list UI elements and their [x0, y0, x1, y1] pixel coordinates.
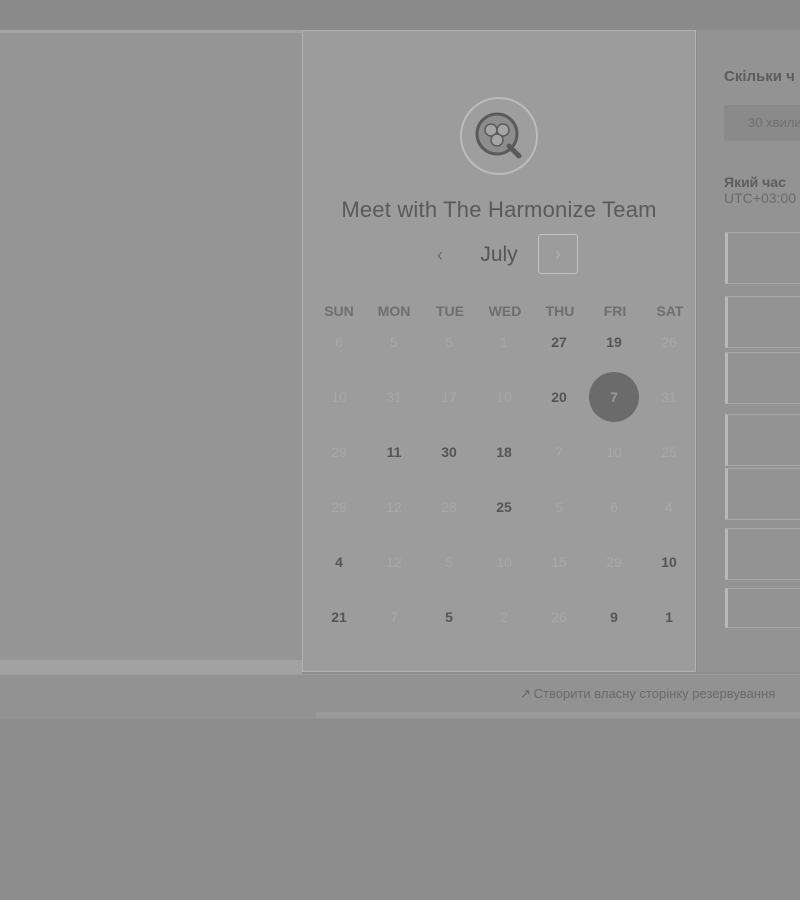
bottom-divider: [316, 712, 800, 718]
time-slot[interactable]: [725, 468, 800, 520]
calendar-day: 4: [665, 499, 673, 515]
calendar-grid: 6 5 5 1 27 19 26 10 31 17 10 20 7 31 29 11 30 18 7 10 25 29 12…: [303, 31, 695, 673]
calendar-day: 5: [390, 334, 398, 350]
time-slot[interactable]: [725, 232, 800, 284]
calendar-day: 26: [661, 334, 677, 350]
booking-details-panel: Скільки ч 30 хвили Який час UTC+03:00: [697, 30, 800, 672]
calendar-day: 6: [335, 334, 343, 350]
calendar-day[interactable]: 20: [534, 372, 584, 422]
create-booking-page-link[interactable]: ↗ Створити власну сторінку резервування: [520, 686, 800, 702]
calendar-day: 2: [500, 609, 508, 625]
calendar-day: 10: [606, 444, 622, 460]
calendar-day[interactable]: 18: [479, 427, 529, 477]
calendar-day: 31: [661, 389, 677, 405]
calendar-day: 25: [661, 444, 677, 460]
time-slot[interactable]: [725, 414, 800, 466]
backdrop-top: [0, 0, 800, 30]
calendar-day[interactable]: 30: [424, 427, 474, 477]
time-slot[interactable]: [725, 528, 800, 580]
calendar-day: 6: [610, 499, 618, 515]
calendar-day[interactable]: 9: [589, 592, 639, 642]
time-slot[interactable]: [725, 588, 800, 628]
time-slot[interactable]: [725, 296, 800, 348]
calendar-day: 7: [390, 609, 398, 625]
calendar-day: 5: [555, 499, 563, 515]
calendar-day: 10: [496, 554, 512, 570]
calendar-day: 7: [555, 444, 563, 460]
timezone-label[interactable]: UTC+03:00: [724, 190, 800, 206]
calendar-day: 17: [441, 389, 457, 405]
calendar-day: 12: [386, 499, 402, 515]
scheduler-card: Meet with The Harmonize Team ‹ July › SU…: [302, 30, 696, 672]
calendar-day[interactable]: 25: [479, 482, 529, 532]
calendar-day: 29: [331, 499, 347, 515]
calendar-day: 15: [551, 554, 567, 570]
calendar-day: 12: [386, 554, 402, 570]
calendar-day: 28: [441, 499, 457, 515]
calendar-day: 5: [445, 334, 453, 350]
calendar-day[interactable]: 11: [369, 427, 419, 477]
left-panel: [0, 30, 302, 672]
calendar-day: 29: [331, 444, 347, 460]
calendar-day[interactable]: 5: [424, 592, 474, 642]
selected-date[interactable]: 7: [589, 372, 639, 422]
duration-title: Скільки ч: [724, 68, 795, 85]
calendar-day[interactable]: 1: [644, 592, 694, 642]
calendar-day[interactable]: 4: [314, 537, 364, 587]
time-title: Який час: [724, 174, 786, 190]
create-booking-page-text: Створити власну сторінку резервування: [533, 686, 776, 701]
time-slot[interactable]: [725, 352, 800, 404]
calendar-day: 5: [445, 554, 453, 570]
calendar-day: 10: [331, 389, 347, 405]
calendar-day[interactable]: 10: [644, 537, 694, 587]
duration-select[interactable]: 30 хвили: [724, 105, 800, 141]
calendar-day: 31: [386, 389, 402, 405]
link-icon: ↗: [520, 686, 531, 701]
calendar-day: 26: [551, 609, 567, 625]
calendar-day: 10: [496, 389, 512, 405]
calendar-day[interactable]: 27: [534, 317, 584, 367]
calendar-day[interactable]: 21: [314, 592, 364, 642]
left-panel-strip: [0, 660, 302, 674]
calendar-day: 1: [500, 334, 508, 350]
calendar-day: 29: [606, 554, 622, 570]
calendar-day[interactable]: 19: [589, 317, 639, 367]
